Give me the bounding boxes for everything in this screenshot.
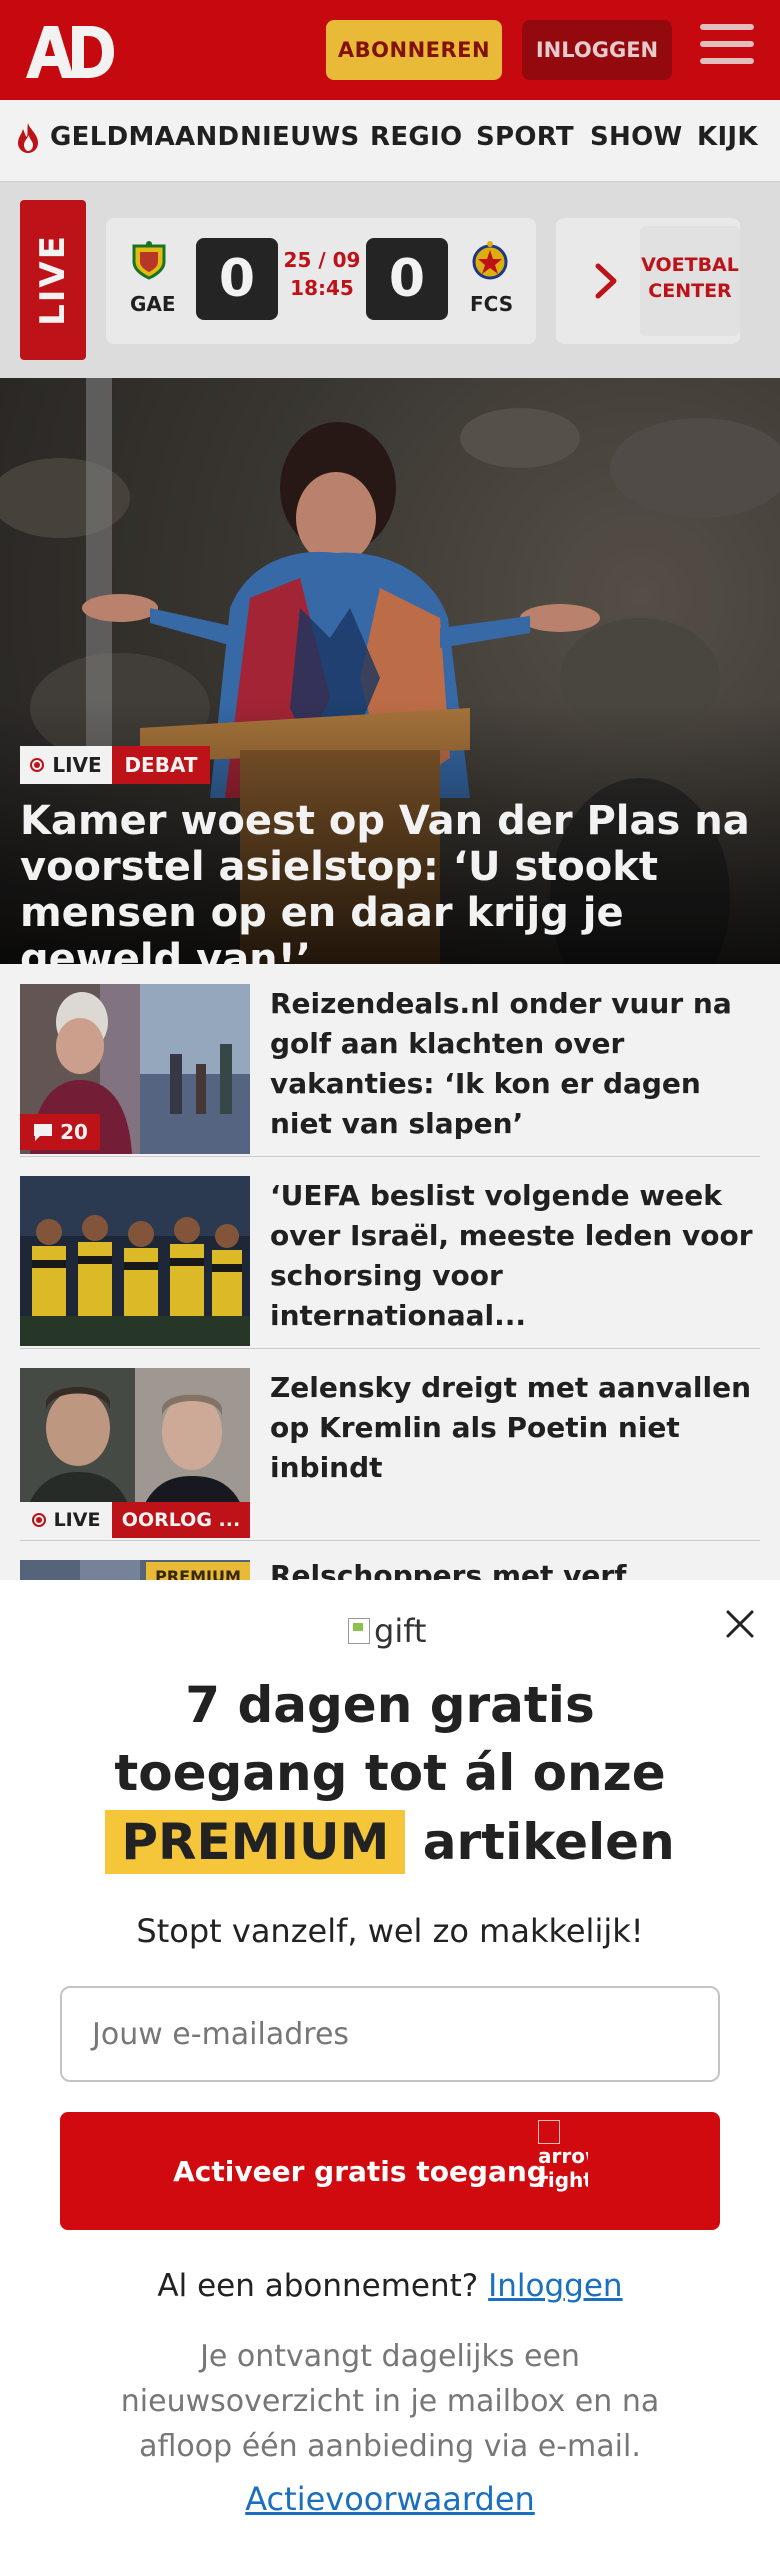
nav-item-regio[interactable]: REGIO: [370, 122, 462, 152]
modal-heading-line1: 7 dagen gratis: [185, 1676, 595, 1734]
nav-item-show[interactable]: SHOW: [590, 122, 682, 152]
article-category-badge: OORLOG ...: [112, 1502, 250, 1538]
hero-category-badge: DEBAT: [112, 746, 210, 784]
article-thumbnail[interactable]: [20, 1176, 250, 1346]
voetbal-center-line2: CENTER: [648, 280, 732, 302]
nav-item-sport[interactable]: SPORT: [476, 122, 574, 152]
chevron-right-icon: [595, 263, 617, 299]
article-title[interactable]: Relschoppers met verf smurfen: [270, 1556, 766, 1580]
nav-item-nieuws[interactable]: NIEUWS: [240, 122, 360, 152]
arrow-right-icon: arrow right: [538, 2118, 588, 2224]
ad-logo[interactable]: [24, 22, 116, 80]
voetbal-center-label: VOETBAL CENTER: [640, 252, 740, 304]
match-date: 25 / 09: [283, 248, 361, 272]
home-team-label: GAE: [130, 292, 176, 316]
activate-button[interactable]: Activeer gratis toegang: [60, 2112, 720, 2230]
hero-live-label: LIVE: [52, 753, 102, 777]
away-score: 0: [366, 238, 448, 320]
comment-count: 20: [60, 1120, 88, 1144]
home-club-crest-icon: [132, 241, 166, 280]
article-title[interactable]: Zelensky dreigt met aanvallen op Kremlin…: [270, 1368, 766, 1488]
close-icon[interactable]: [722, 1606, 758, 1642]
away-club-crest-icon: [472, 241, 508, 280]
voetbal-center-line1: VOETBAL: [641, 254, 739, 276]
modal-heading-rest: artikelen: [422, 1813, 675, 1871]
login-button[interactable]: INLOGGEN: [522, 20, 672, 80]
modal-heading-line3: PREMIUM artikelen: [0, 1810, 780, 1874]
article-image: [20, 1176, 250, 1346]
hero-title[interactable]: Kamer woest op Van der Plas na voorstel …: [20, 798, 760, 982]
nav-item-kijk[interactable]: KIJK: [697, 122, 758, 152]
match-date-time: 25 / 09 18:45: [282, 246, 362, 302]
gift-image: gift: [348, 1612, 426, 1650]
article-title[interactable]: Reizendeals.nl onder vuur na golf aan kl…: [270, 984, 766, 1144]
comment-icon: [34, 1124, 53, 1141]
home-score: 0: [196, 238, 278, 320]
subscribe-button[interactable]: ABONNEREN: [326, 20, 502, 80]
article-live-label: LIVE: [53, 1509, 101, 1531]
modal-subtitle: Stopt vanzelf, wel zo makkelijk!: [136, 1912, 644, 1950]
nav-item-geldmaand[interactable]: GELDMAAND: [50, 122, 239, 152]
premium-highlight: PREMIUM: [105, 1810, 406, 1874]
hero-live-badge: LIVE: [20, 746, 112, 784]
article-live-badge: LIVE: [20, 1502, 112, 1538]
activate-button-label: Activeer gratis toegang: [173, 2154, 547, 2188]
have-subscription-text: Al een abonnement?: [157, 2268, 479, 2304]
divider: [20, 1540, 760, 1541]
arrow-alt-text: arrow right: [538, 2143, 588, 2192]
email-input[interactable]: Jouw e-mailadres: [60, 1986, 720, 2082]
gift-alt-text: gift: [374, 1612, 427, 1650]
gift-icon: [348, 1618, 370, 1644]
login-link[interactable]: Inloggen: [488, 2268, 622, 2304]
terms-link[interactable]: Actievoorwaarden: [0, 2480, 780, 2518]
hamburger-icon[interactable]: [700, 24, 754, 72]
article-title[interactable]: ‘UEFA beslist volgende week over Israël,…: [270, 1176, 766, 1336]
away-team-label: FCS: [470, 292, 514, 316]
existing-subscription-line: Al een abonnement? Inloggen: [0, 2268, 780, 2304]
fine-print: Je ontvangt dagelijks een nieuwsoverzich…: [120, 2339, 660, 2464]
divider: [20, 1348, 760, 1349]
live-dot-icon: [30, 758, 45, 772]
live-label: LIVE: [33, 234, 73, 326]
live-dot-icon: [31, 1513, 46, 1527]
flame-icon: [18, 123, 38, 153]
divider: [20, 1156, 760, 1157]
live-tab[interactable]: LIVE: [20, 200, 86, 360]
comment-count-badge[interactable]: 20: [20, 1114, 100, 1150]
modal-heading-line2: toegang tot ál onze: [114, 1744, 666, 1802]
match-time: 18:45: [290, 276, 354, 300]
